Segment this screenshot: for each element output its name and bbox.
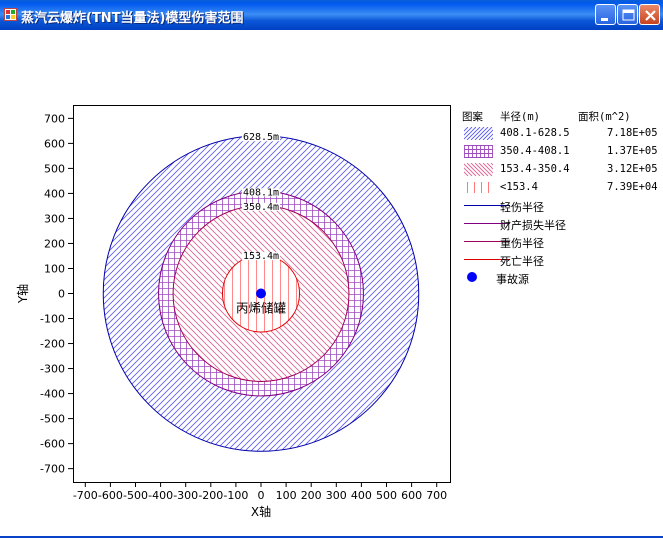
legend-swatch-forward-diagonal <box>450 126 517 141</box>
legend-header-1: 半径(m) <box>500 111 540 123</box>
x-tick-label: -400 <box>148 489 173 502</box>
legend-area-range: 408.1-628.5 <box>500 127 570 139</box>
y-tick-label: 300 <box>44 212 65 225</box>
legend-area-swatch <box>450 162 517 177</box>
close-button[interactable] <box>639 4 660 25</box>
y-tick-label: 100 <box>44 262 65 275</box>
minimize-icon <box>601 18 608 21</box>
x-tick-label: 400 <box>351 489 372 502</box>
x-tick-label: -200 <box>198 489 223 502</box>
legend-source-dot <box>467 272 477 282</box>
minimize-button[interactable] <box>595 4 616 25</box>
y-tick-label: 700 <box>44 112 65 125</box>
legend-swatch-hatch <box>450 162 517 177</box>
y-tick-label: 400 <box>44 187 65 200</box>
legend-swatch-hatch <box>467 182 489 193</box>
circle-label-408.1: 408.1m <box>243 187 279 198</box>
legend-swatch-hatch <box>450 126 517 141</box>
legend-swatch-backward-diagonal <box>450 162 517 177</box>
accident-source-point <box>256 288 266 299</box>
circle-label-153.4: 153.4m <box>243 251 279 262</box>
legend-swatch-vertical <box>467 182 489 193</box>
legend-area-value: 7.39E+04 <box>607 181 658 193</box>
legend-area-row: 408.1-628.5 7.18E+05 <box>450 126 660 142</box>
legend-area-value: 1.37E+05 <box>607 145 658 157</box>
legend-line-label: 死亡半径 <box>500 255 544 268</box>
legend-area-swatch <box>464 181 493 194</box>
x-tick-label: -300 <box>173 489 198 502</box>
circle-label-628.5: 628.5m <box>243 132 279 143</box>
y-tick-label: 200 <box>44 237 65 250</box>
legend-header-0: 图案 <box>462 111 483 123</box>
y-tick-label: -300 <box>40 363 65 376</box>
x-tick-label: 100 <box>276 489 297 502</box>
legend-area-value: 7.18E+05 <box>607 127 658 139</box>
legend-header-2: 面积(m^2) <box>578 111 631 123</box>
x-tick-label: -700 <box>73 489 98 502</box>
legend-area-row: 350.4-408.1 1.37E+05 <box>460 144 660 160</box>
chart-legend: 图案 半径(m) 面积(m^2) 408.1-628.5 7.18E+05 350.4-4… <box>450 106 660 296</box>
x-tick-label: 700 <box>426 489 447 502</box>
legend-area-swatch <box>450 126 517 141</box>
legend-area-row: 153.4-350.4 3.12E+05 <box>450 162 660 178</box>
x-tick-label: 200 <box>301 489 322 502</box>
maximize-icon <box>622 9 635 21</box>
x-tick-label: -100 <box>223 489 248 502</box>
x-axis-title: X轴 <box>251 504 271 519</box>
maximize-button[interactable] <box>617 4 638 25</box>
legend-area-range: 153.4-350.4 <box>500 163 570 175</box>
x-tick-label: 0 <box>258 489 265 502</box>
x-tick-label: 500 <box>376 489 397 502</box>
legend-swatch-hatch <box>464 145 493 158</box>
x-tick-label: -500 <box>123 489 148 502</box>
legend-line-row: 财产损失半径 <box>460 216 660 232</box>
legend-line-row: 轻伤半径 <box>460 198 660 214</box>
legend-line-label: 重伤半径 <box>500 237 544 250</box>
x-tick-label: -600 <box>98 489 123 502</box>
legend-area-swatch <box>464 145 493 158</box>
y-tick-label: -500 <box>40 413 65 426</box>
y-tick-label: 0 <box>58 288 65 301</box>
accident-source-label: 丙烯储罐 <box>236 301 287 316</box>
x-tick-label: 300 <box>326 489 347 502</box>
legend-area-range: <153.4 <box>500 181 538 193</box>
y-tick-label: -700 <box>40 463 65 476</box>
app-icon[interactable] <box>4 8 17 21</box>
y-axis-title: Y轴 <box>15 284 30 304</box>
y-tick-label: -200 <box>40 338 65 351</box>
x-tick-label: 600 <box>401 489 422 502</box>
circle-label-350.4: 350.4m <box>243 202 279 213</box>
legend-source-row: 事故源 <box>460 270 660 286</box>
legend-source-label: 事故源 <box>496 273 529 286</box>
legend-swatch-grid <box>464 145 493 158</box>
window-title: 蒸汽云爆炸(TNT当量法)模型伤害范围 <box>21 11 244 26</box>
legend-area-row: <153.4 7.39E+04 <box>460 180 660 196</box>
legend-area-value: 3.12E+05 <box>607 163 658 175</box>
legend-line-row: 死亡半径 <box>460 252 660 268</box>
title-bar: 蒸汽云爆炸(TNT当量法)模型伤害范围 <box>0 0 663 30</box>
legend-line-row: 重伤半径 <box>460 234 660 250</box>
legend-line-label: 轻伤半径 <box>500 201 544 214</box>
y-tick-label: -600 <box>40 438 65 451</box>
legend-area-range: 350.4-408.1 <box>500 145 570 157</box>
y-tick-label: -400 <box>40 388 65 401</box>
y-tick-label: -100 <box>40 313 65 326</box>
close-icon <box>645 10 656 21</box>
y-tick-label: 500 <box>44 162 65 175</box>
y-tick-label: 600 <box>44 137 65 150</box>
legend-line-label: 财产损失半径 <box>500 219 566 232</box>
